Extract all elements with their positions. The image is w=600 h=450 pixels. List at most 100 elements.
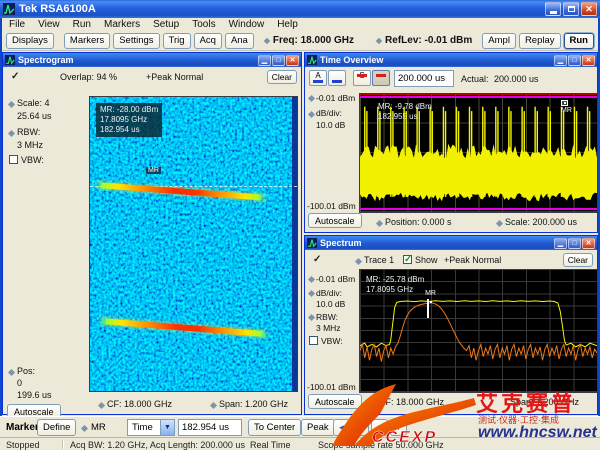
panel-maximize-button[interactable]: □: [568, 238, 581, 249]
dropdown-arrow-icon[interactable]: ▼: [160, 420, 174, 435]
time-marker-handle[interactable]: [561, 100, 568, 106]
vbw-checkbox[interactable]: [9, 155, 18, 164]
spectrogram-marker-label[interactable]: MR: [146, 167, 161, 174]
dbdiv-setting-icon: [308, 111, 315, 118]
run-button[interactable]: Run: [564, 33, 594, 49]
marker-value-input[interactable]: [178, 419, 242, 436]
cf-readout[interactable]: CF: 18.000 GHz: [379, 397, 444, 407]
show-checkbox[interactable]: [403, 255, 412, 264]
next-peak-lower-button[interactable]: ▼: [390, 419, 407, 436]
time-overview-plot[interactable]: MR: -9.78 dBm 182.955 us MR: [359, 93, 598, 213]
clear-button[interactable]: Clear: [267, 70, 297, 84]
cf-readout[interactable]: CF: 18.000 GHz: [107, 399, 172, 409]
panel-icon: [5, 55, 15, 65]
rbw-label[interactable]: RBW:: [316, 312, 338, 322]
spectrogram-plot[interactable]: MR MR: -28.00 dBm 17.8095 GHz 182.954 us: [89, 96, 298, 392]
menu-window[interactable]: Window: [229, 19, 265, 30]
next-peak-left-button[interactable]: ◄: [333, 419, 350, 436]
menu-help[interactable]: Help: [277, 19, 298, 30]
position-readout[interactable]: Position: 0.000 s: [385, 217, 452, 227]
trig-button[interactable]: Trig: [163, 33, 191, 49]
spectrum-marker[interactable]: MR: [427, 300, 429, 318]
trace-check-icon[interactable]: ✓: [313, 254, 321, 265]
spectrum-panel: Spectrum ▁ □ ✕ ✓ Trace 1 Show +Peak Norm…: [304, 235, 598, 415]
top-ref-readout[interactable]: -0.01 dBm: [316, 93, 355, 103]
rbw-value: 3 MHz: [17, 140, 43, 150]
displays-button[interactable]: Displays: [6, 33, 54, 49]
trace-selector[interactable]: Trace 1: [364, 255, 394, 265]
analysis-length-button[interactable]: [372, 70, 390, 86]
rbw-label[interactable]: RBW:: [17, 127, 40, 137]
minimize-button[interactable]: [545, 2, 561, 16]
ampl-button[interactable]: Ampl: [482, 33, 516, 49]
panel-close-button[interactable]: ✕: [286, 55, 299, 66]
window-title: Tek RSA6100A: [19, 3, 96, 15]
analysis-length-input[interactable]: [394, 70, 454, 87]
replay-button[interactable]: Replay: [519, 33, 561, 49]
mr-label[interactable]: MR: [91, 422, 106, 433]
settings-button[interactable]: Settings: [113, 33, 159, 49]
dbdiv-value: 10.0 dB: [316, 299, 345, 309]
to-center-button[interactable]: To Center: [248, 419, 301, 436]
clear-button[interactable]: Clear: [563, 253, 593, 267]
dbdiv-label[interactable]: dB/div:: [316, 288, 342, 298]
frequency-vs-time-button[interactable]: [328, 70, 346, 86]
panel-minimize-button[interactable]: ▁: [258, 55, 271, 66]
span-readout[interactable]: Span: 1.200 GHz: [510, 397, 579, 407]
reflev-readout: RefLev: -0.01 dBm: [385, 35, 472, 46]
dbdiv-setting-icon: [308, 290, 315, 297]
run-state-status: Stopped: [6, 440, 40, 450]
spectrum-length-button[interactable]: S: [353, 70, 371, 86]
menu-file[interactable]: File: [9, 19, 25, 30]
menu-view[interactable]: View: [38, 19, 60, 30]
trace-check-icon[interactable]: ✓: [11, 71, 19, 82]
menu-tools[interactable]: Tools: [192, 19, 215, 30]
ana-button[interactable]: Ana: [225, 33, 254, 49]
next-peak-higher-button[interactable]: ▲: [371, 419, 388, 436]
menu-bar: File View Run Markers Setup Tools Window…: [2, 18, 598, 31]
menu-run[interactable]: Run: [73, 19, 91, 30]
readout-amplitude: MR: -28.00 dBm: [100, 105, 158, 115]
pos-label[interactable]: Pos:: [17, 366, 35, 376]
time-overview-title: Time Overview: [320, 55, 383, 65]
panel-close-button[interactable]: ✕: [582, 238, 595, 249]
autoscale-button[interactable]: Autoscale: [308, 394, 362, 409]
amplitude-vs-time-button[interactable]: A: [309, 70, 327, 86]
span-readout[interactable]: Span: 1.200 GHz: [219, 399, 288, 409]
menu-setup[interactable]: Setup: [153, 19, 179, 30]
scale-label[interactable]: Scale: 4: [17, 98, 50, 108]
ref-level-line-bottom[interactable]: [360, 208, 597, 210]
actual-value: 200.000 us: [494, 74, 539, 84]
time-marker-label: MR: [561, 107, 572, 114]
scale-readout[interactable]: Scale: 200.000 us: [505, 217, 577, 227]
panel-minimize-button[interactable]: ▁: [554, 55, 567, 66]
markers-button[interactable]: Markers: [64, 33, 110, 49]
trace-orange: [360, 303, 597, 362]
next-peak-right-button[interactable]: ►: [352, 419, 369, 436]
close-button[interactable]: ✕: [581, 2, 597, 16]
panel-icon: [307, 55, 317, 65]
top-ref-readout[interactable]: -0.01 dBm: [316, 274, 355, 284]
vbw-checkbox[interactable]: [309, 336, 318, 345]
peak-button[interactable]: Peak: [301, 419, 335, 436]
readout-time: 182.955 us: [378, 112, 432, 122]
restore-button[interactable]: [563, 2, 579, 16]
panel-maximize-button[interactable]: □: [568, 55, 581, 66]
marker-type-select[interactable]: Time ▼: [127, 419, 175, 436]
cf-setting-icon: [370, 400, 377, 407]
scale-setting-icon: [496, 220, 503, 227]
dbdiv-label[interactable]: dB/div:: [316, 108, 342, 118]
panel-maximize-button[interactable]: □: [272, 55, 285, 66]
define-markers-button[interactable]: Define: [37, 419, 76, 436]
panel-close-button[interactable]: ✕: [582, 55, 595, 66]
spectrum-title: Spectrum: [320, 238, 362, 248]
pos-setting-icon: [8, 369, 15, 376]
menu-markers[interactable]: Markers: [104, 19, 140, 30]
marker-type-value: Time: [132, 422, 153, 433]
autoscale-button[interactable]: Autoscale: [308, 213, 362, 228]
panel-minimize-button[interactable]: ▁: [554, 238, 567, 249]
spectrum-plot[interactable]: MR MR: -25.78 dBm 17.8095 GHz: [359, 269, 598, 393]
ref-level-line-top[interactable]: [360, 96, 597, 98]
acq-button[interactable]: Acq: [194, 33, 222, 49]
vbw-label: VBW:: [321, 336, 343, 346]
